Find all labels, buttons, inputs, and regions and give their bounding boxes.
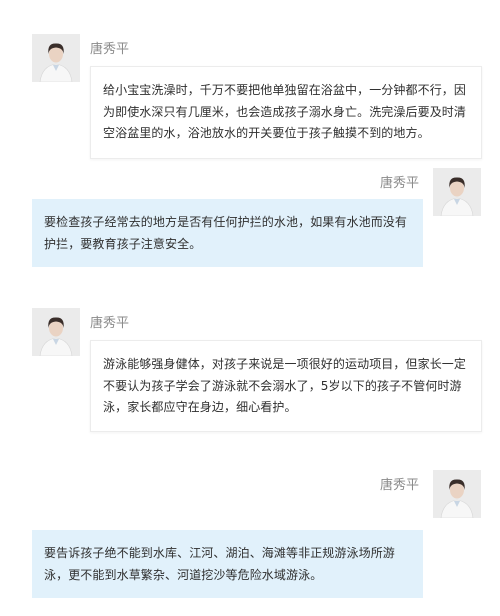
message-bubble: 给小宝宝洗澡时，千万不要把他单独留在浴盆中，一分钟都不行，因为即使水深只有几厘米…: [90, 66, 482, 159]
doctor-portrait-icon: [433, 470, 481, 518]
sender-name: 唐秀平: [90, 42, 130, 57]
message-bubble: 游泳能够强身健体，对孩子来说是一项很好的运动项目，但家长一定不要认为孩子学会了游…: [90, 340, 482, 432]
avatar[interactable]: [433, 470, 481, 518]
doctor-portrait-icon: [433, 168, 481, 216]
avatar[interactable]: [433, 168, 481, 216]
doctor-portrait-icon: [32, 34, 80, 82]
sender-name: 唐秀平: [380, 176, 420, 191]
avatar[interactable]: [32, 34, 80, 82]
message-bubble: 要检查孩子经常去的地方是否有任何护拦的水池，如果有水池而没有护拦，要教育孩子注意…: [32, 199, 423, 267]
message-bubble: 要告诉孩子绝不能到水库、江河、湖泊、海滩等非正规游泳场所游泳，更不能到水草繁杂、…: [32, 530, 423, 598]
sender-name: 唐秀平: [90, 316, 130, 331]
sender-name: 唐秀平: [380, 478, 420, 493]
avatar[interactable]: [32, 308, 80, 356]
doctor-portrait-icon: [32, 308, 80, 356]
